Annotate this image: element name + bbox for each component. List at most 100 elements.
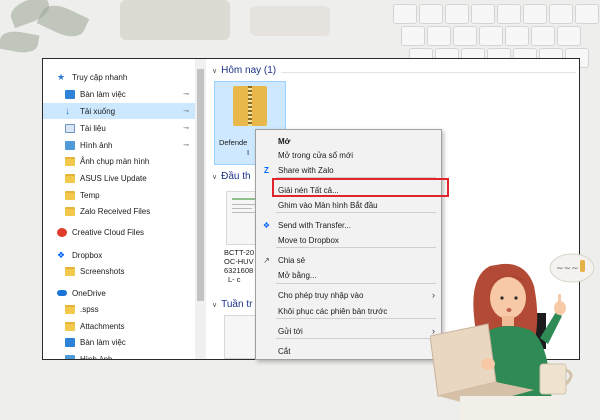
group-header-early-month[interactable]: ∨ Đầu th bbox=[212, 171, 251, 182]
nav-item[interactable]: ASUS Live Update bbox=[43, 170, 195, 186]
plant-leaf bbox=[36, 0, 90, 43]
zip-file-name-line2: I bbox=[247, 148, 250, 157]
nav-item[interactable]: ↓ Tải xuống ⊸ bbox=[43, 103, 195, 119]
menu-item-label: Mở bằng... bbox=[278, 270, 317, 280]
menu-separator bbox=[276, 283, 436, 284]
desktop-icon bbox=[65, 337, 75, 347]
menu-separator bbox=[276, 318, 436, 319]
menu-item[interactable]: Mở trong cửa sổ mới bbox=[256, 148, 441, 162]
highlight-annotation bbox=[272, 178, 449, 197]
menu-separator bbox=[276, 212, 436, 213]
dropbox-icon: ❖ bbox=[57, 249, 66, 260]
menu-item[interactable]: Mở bbox=[256, 134, 441, 148]
group-header-today[interactable]: ∨ Hôm nay (1) bbox=[212, 65, 276, 76]
nav-item-label: Ảnh chụp màn hình bbox=[80, 156, 150, 166]
nav-item-label: Hình ảnh bbox=[80, 140, 113, 150]
onedrive-icon bbox=[57, 290, 67, 296]
desk-object bbox=[120, 0, 230, 40]
nav-item[interactable]: ★ Truy cập nhanh bbox=[43, 69, 195, 85]
nav-item[interactable]: Hình ảnh ⊸ bbox=[43, 137, 195, 153]
nav-item-label: Temp bbox=[80, 190, 100, 200]
folder-icon bbox=[65, 206, 75, 216]
navigation-pane: ★ Truy cập nhanh Bàn làm việc ⊸ ↓ Tải xuống ⊸ T… bbox=[43, 59, 195, 359]
group-header-last-week[interactable]: ∨ Tuần tr bbox=[212, 299, 252, 310]
menu-item[interactable]: Z Share with Zalo bbox=[256, 163, 441, 177]
nav-item[interactable]: Creative Cloud Files bbox=[43, 224, 195, 240]
nav-item-label: Tài liệu bbox=[80, 123, 106, 133]
nav-item[interactable]: .spss bbox=[43, 301, 195, 317]
menu-item-label: Send with Transfer... bbox=[278, 220, 351, 230]
menu-separator bbox=[276, 247, 436, 248]
nav-item-label: Creative Cloud Files bbox=[72, 227, 145, 237]
menu-item[interactable]: Gửi tới › bbox=[256, 324, 441, 338]
nav-item[interactable]: Screenshots bbox=[43, 263, 195, 279]
picture-icon bbox=[65, 354, 75, 359]
menu-item[interactable]: Cắt bbox=[256, 344, 441, 358]
menu-item[interactable]: Mở bằng... bbox=[256, 268, 441, 282]
nav-item-label: Attachments bbox=[80, 321, 125, 331]
menu-item-label: Gửi tới bbox=[278, 326, 303, 336]
nav-item-label: ASUS Live Update bbox=[80, 173, 147, 183]
creative-cloud-icon bbox=[57, 227, 67, 237]
menu-item-label: Khôi phục các phiên bản trước bbox=[278, 306, 388, 316]
folder-icon bbox=[65, 190, 75, 200]
nav-item-label: Tải xuống bbox=[80, 106, 116, 116]
nav-item-label: Screenshots bbox=[80, 266, 125, 276]
plant-leaf bbox=[0, 28, 40, 56]
group-divider bbox=[281, 72, 576, 73]
pin-icon: ⊸ bbox=[183, 125, 189, 132]
nav-item[interactable]: Hình ảnh bbox=[43, 351, 195, 360]
nav-item-label: Dropbox bbox=[72, 250, 103, 260]
woman-with-laptop-illustration: ~~~ bbox=[430, 253, 595, 420]
download-icon: ↓ bbox=[65, 105, 70, 117]
menu-item[interactable]: Ghim vào Màn hình Bắt đầu bbox=[256, 198, 441, 212]
desk-object bbox=[250, 6, 330, 36]
nav-item-label: Bàn làm việc bbox=[80, 89, 126, 99]
star-icon: ★ bbox=[57, 71, 66, 82]
nav-item[interactable]: ❖ Dropbox bbox=[43, 247, 195, 263]
doc-file-name: BCTT-20 bbox=[224, 248, 255, 257]
menu-item-label: Mở trong cửa sổ mới bbox=[278, 150, 353, 160]
menu-item[interactable]: ❖ Send with Transfer... bbox=[256, 218, 441, 232]
nav-item[interactable]: Tài liệu ⊸ bbox=[43, 120, 195, 136]
nav-item[interactable]: Bàn làm việc bbox=[43, 334, 195, 350]
folder-icon bbox=[65, 304, 75, 314]
desktop-icon bbox=[65, 89, 75, 99]
nav-item-label: Bàn làm việc bbox=[80, 337, 126, 347]
document-icon bbox=[65, 123, 75, 133]
menu-separator bbox=[276, 338, 436, 339]
menu-item-label: Move to Dropbox bbox=[278, 235, 339, 245]
context-menu: Mở Mở trong cửa sổ mới Z Share with Zalo Giả… bbox=[255, 129, 442, 360]
nav-scrollbar[interactable] bbox=[195, 59, 206, 359]
menu-item-label: Chia sẻ bbox=[278, 255, 306, 265]
scrollbar-thumb[interactable] bbox=[197, 69, 204, 301]
menu-item[interactable]: ↗ Chia sẻ bbox=[256, 253, 441, 267]
pin-icon: ⊸ bbox=[183, 142, 189, 149]
nav-item-label: Zalo Received Files bbox=[80, 206, 151, 216]
menu-item-label: Mở bbox=[278, 136, 291, 146]
doc-file-name-line2: OC-HUV bbox=[224, 257, 254, 266]
nav-item[interactable]: Bàn làm việc ⊸ bbox=[43, 86, 195, 102]
menu-item-label: Ghim vào Màn hình Bắt đầu bbox=[278, 200, 378, 210]
nav-item[interactable]: Zalo Received Files bbox=[43, 203, 195, 219]
folder-icon bbox=[65, 156, 75, 166]
zip-folder-icon bbox=[233, 86, 267, 126]
nav-item-label: .spss bbox=[80, 304, 99, 314]
nav-item[interactable]: OneDrive bbox=[43, 285, 195, 301]
nav-item[interactable]: Attachments bbox=[43, 318, 195, 334]
nav-item[interactable]: Temp bbox=[43, 187, 195, 203]
menu-item-label: Cho phép truy nhập vào bbox=[278, 290, 364, 300]
menu-item[interactable]: Khôi phục các phiên bản trước bbox=[256, 304, 441, 318]
dropbox-icon: ❖ bbox=[262, 220, 271, 230]
nav-item-label: Hình ảnh bbox=[80, 354, 113, 360]
zalo-icon: Z bbox=[264, 165, 269, 175]
pin-icon: ⊸ bbox=[183, 108, 189, 115]
menu-item[interactable]: Cho phép truy nhập vào › bbox=[256, 288, 441, 302]
nav-item-label: Truy cập nhanh bbox=[72, 72, 128, 82]
folder-icon bbox=[65, 266, 75, 276]
menu-item[interactable]: Move to Dropbox bbox=[256, 233, 441, 247]
svg-text:~~~: ~~~ bbox=[556, 264, 579, 274]
zip-file-name: Defende bbox=[219, 138, 248, 147]
nav-item[interactable]: Ảnh chụp màn hình bbox=[43, 153, 195, 169]
picture-icon bbox=[65, 140, 75, 150]
